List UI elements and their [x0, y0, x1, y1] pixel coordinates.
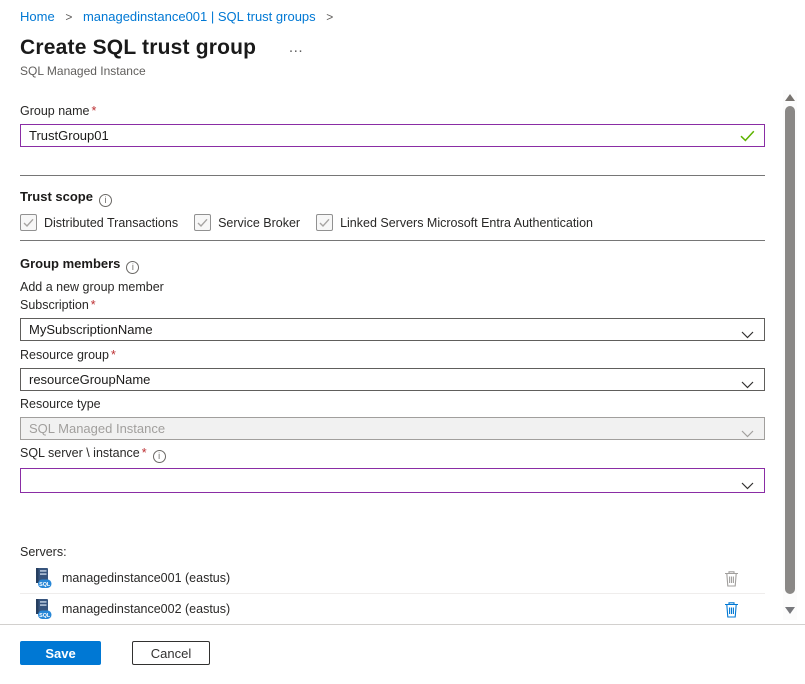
info-icon[interactable]	[153, 450, 166, 463]
checkbox-box	[20, 214, 37, 231]
info-icon[interactable]	[99, 194, 112, 207]
required-asterisk: *	[142, 446, 147, 460]
section-divider	[20, 175, 765, 176]
chevron-down-icon	[741, 377, 754, 392]
create-sql-trust-group-page: Home > managedinstance001 | SQL trust gr…	[0, 0, 805, 684]
scrollbar-thumb[interactable]	[785, 106, 795, 594]
save-button[interactable]: Save	[20, 641, 101, 665]
sql-server-instance-label-text: SQL server \ instance	[20, 446, 140, 460]
form-content: Group name* TrustGroup01 Trust scope Dis…	[20, 104, 765, 625]
required-asterisk: *	[91, 104, 96, 118]
sql-managed-instance-icon: SQL	[32, 567, 52, 589]
group-name-label-text: Group name	[20, 104, 89, 118]
chevron-down-icon	[741, 327, 754, 342]
checkbox-box	[316, 214, 333, 231]
section-divider	[20, 240, 765, 241]
subscription-value: MySubscriptionName	[29, 322, 153, 337]
breadcrumb-separator-icon: >	[326, 10, 333, 24]
context-menu-button[interactable]: …	[284, 41, 309, 55]
checkbox-box	[194, 214, 211, 231]
valid-checkmark-icon	[740, 130, 755, 145]
server-row: SQL managedinstance001 (eastus)	[20, 563, 765, 594]
resource-group-dropdown[interactable]: resourceGroupName	[20, 368, 765, 391]
svg-text:SQL: SQL	[39, 613, 51, 619]
server-row: SQL managedinstance002 (eastus)	[20, 594, 765, 625]
breadcrumb: Home > managedinstance001 | SQL trust gr…	[20, 9, 785, 25]
sql-managed-instance-icon: SQL	[32, 598, 52, 620]
resource-group-value: resourceGroupName	[29, 372, 150, 387]
trust-scope-label-text: Trust scope	[20, 189, 93, 204]
page-title: Create SQL trust group	[20, 36, 256, 60]
subscription-dropdown[interactable]: MySubscriptionName	[20, 318, 765, 341]
group-name-value: TrustGroup01	[29, 128, 109, 143]
subscription-label-text: Subscription	[20, 298, 89, 312]
servers-label: Servers:	[20, 545, 765, 559]
subscription-label: Subscription*	[20, 298, 765, 313]
checkbox-linked-servers-entra-auth[interactable]: Linked Servers Microsoft Entra Authentic…	[316, 214, 593, 231]
vertical-scrollbar[interactable]	[783, 90, 797, 620]
cancel-button[interactable]: Cancel	[132, 641, 210, 665]
breadcrumb-home-link[interactable]: Home	[20, 9, 55, 24]
server-name: managedinstance001 (eastus)	[62, 571, 230, 585]
resource-type-label: Resource type	[20, 397, 765, 412]
svg-text:SQL: SQL	[39, 582, 51, 588]
resource-type-label-text: Resource type	[20, 397, 101, 411]
delete-server-button[interactable]	[724, 570, 739, 587]
group-name-input[interactable]: TrustGroup01	[20, 124, 765, 147]
info-icon[interactable]	[126, 261, 139, 274]
delete-server-button[interactable]	[724, 601, 739, 618]
breadcrumb-separator-icon: >	[65, 10, 72, 24]
page-subtitle: SQL Managed Instance	[20, 64, 785, 78]
scroll-up-arrow-icon[interactable]	[785, 94, 795, 101]
add-group-member-label: Add a new group member	[20, 280, 765, 294]
server-list: SQL managedinstance001 (eastus)	[20, 563, 765, 625]
trust-scope-section-label: Trust scope	[20, 188, 765, 207]
required-asterisk: *	[111, 348, 116, 362]
breadcrumb-sql-trust-groups-link[interactable]: managedinstance001 | SQL trust groups	[83, 9, 316, 24]
checkbox-label: Linked Servers Microsoft Entra Authentic…	[340, 216, 593, 230]
trust-scope-options: Distributed Transactions Service Broker …	[20, 214, 765, 231]
chevron-down-icon	[741, 478, 754, 493]
checkbox-label: Service Broker	[218, 216, 300, 230]
resource-group-label-text: Resource group	[20, 348, 109, 362]
footer-action-bar: Save Cancel	[0, 624, 805, 684]
required-asterisk: *	[91, 298, 96, 312]
scroll-down-arrow-icon[interactable]	[785, 607, 795, 614]
checkbox-service-broker[interactable]: Service Broker	[194, 214, 300, 231]
sql-server-instance-dropdown[interactable]	[20, 468, 765, 493]
checkbox-distributed-transactions[interactable]: Distributed Transactions	[20, 214, 178, 231]
group-members-label-text: Group members	[20, 256, 120, 271]
checkbox-label: Distributed Transactions	[44, 216, 178, 230]
resource-group-label: Resource group*	[20, 348, 765, 363]
resource-type-value: SQL Managed Instance	[29, 421, 165, 436]
chevron-down-icon	[741, 426, 754, 441]
sql-server-instance-label: SQL server \ instance*	[20, 446, 765, 463]
resource-type-dropdown[interactable]: SQL Managed Instance	[20, 417, 765, 440]
group-name-label: Group name*	[20, 104, 765, 119]
server-name: managedinstance002 (eastus)	[62, 602, 230, 616]
page-header: Home > managedinstance001 | SQL trust gr…	[0, 0, 805, 78]
group-members-section-label: Group members	[20, 255, 765, 274]
